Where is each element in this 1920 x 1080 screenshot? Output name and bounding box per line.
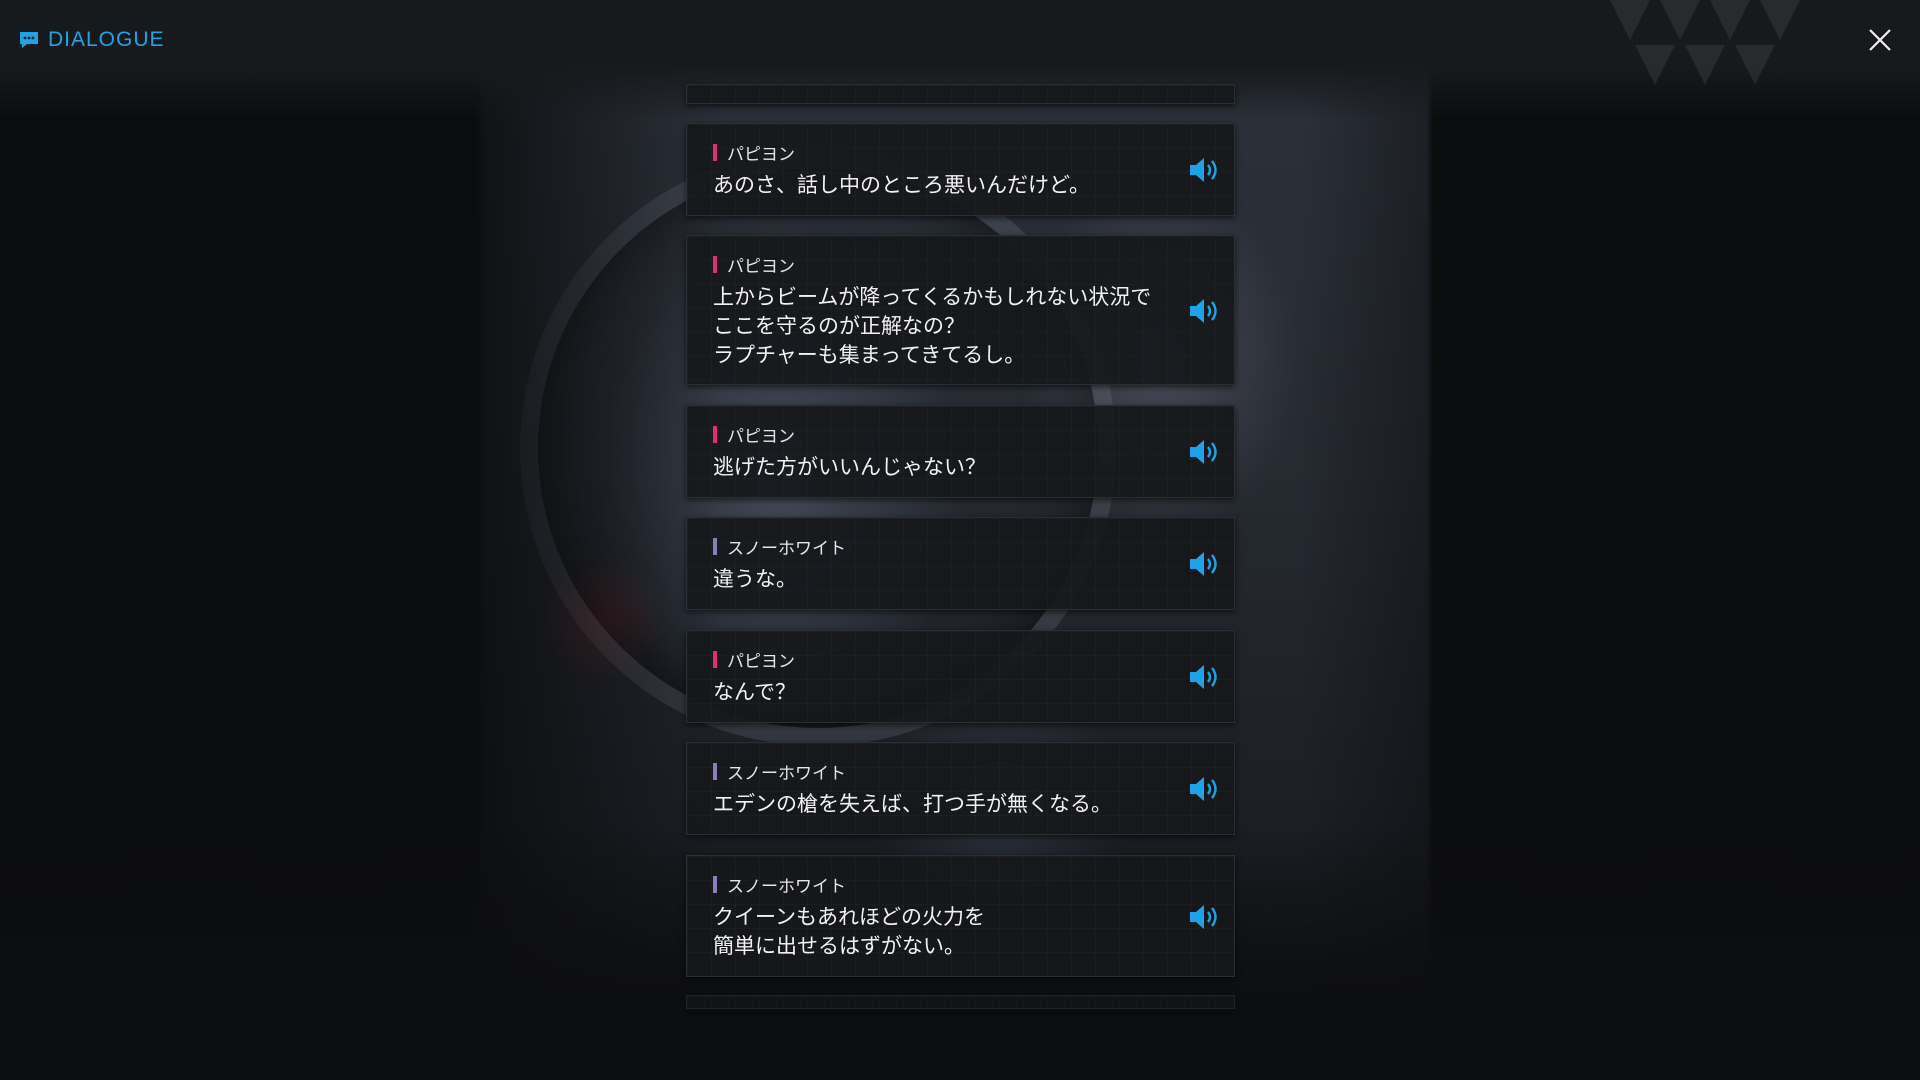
- speaker-icon: [1190, 665, 1217, 689]
- dialogue-card: パピヨン なんで？: [686, 630, 1235, 723]
- speaker-mark: [713, 144, 717, 161]
- dialogue-text: 逃げた方がいいんじゃない？: [713, 455, 986, 479]
- dialogue-card: スノーホワイト 違うな。: [686, 517, 1235, 610]
- dialogue-text: エデンの槍を失えば、打つ手が無くなる。: [713, 792, 1112, 816]
- dialogue-card: スノーホワイト クイーンもあれほどの火力を 簡単に出せるはずがない。: [686, 855, 1235, 977]
- dialogue-card: パピヨン 上からビームが降ってくるかもしれない状況で ここを守るのが正解なの？ …: [686, 235, 1235, 385]
- dialogue-card: パピヨン 逃げた方がいいんじゃない？: [686, 405, 1235, 498]
- speaker-name: スノーホワイト: [713, 872, 846, 897]
- dialogue-text: 違うな。: [713, 567, 797, 591]
- voice-play-button[interactable]: [1188, 903, 1222, 931]
- close-button[interactable]: [1864, 24, 1896, 56]
- voice-play-button[interactable]: [1188, 156, 1222, 184]
- speaker-label: スノーホワイト: [727, 539, 846, 559]
- speaker-name: パピヨン: [713, 252, 795, 277]
- speaker-label: パピヨン: [727, 652, 795, 672]
- speaker-icon: [1190, 905, 1217, 929]
- voice-play-button[interactable]: [1188, 438, 1222, 466]
- speaker-label: パピヨン: [727, 427, 795, 447]
- dialogue-card: スノーホワイト エデンの槍を失えば、打つ手が無くなる。: [686, 742, 1235, 835]
- triangle-pattern-icon: [1610, 0, 1800, 85]
- dialogue-list[interactable]: パピヨン あのさ、話し中のところ悪いんだけど。 パピヨン 上からビームが降ってく…: [686, 0, 1235, 1080]
- speaker-name: スノーホワイト: [713, 759, 846, 784]
- dialogue-card-partial-bottom: [686, 995, 1235, 1009]
- speaker-icon: [1190, 440, 1217, 464]
- dialogue-text: なんで？: [713, 680, 796, 704]
- speaker-mark: [713, 651, 717, 668]
- speaker-name: スノーホワイト: [713, 534, 846, 559]
- voice-play-button[interactable]: [1188, 663, 1222, 691]
- speaker-label: スノーホワイト: [727, 877, 846, 897]
- speaker-icon: [1190, 158, 1217, 182]
- voice-play-button[interactable]: [1188, 550, 1222, 578]
- speaker-label: パピヨン: [727, 257, 795, 277]
- speaker-mark: [713, 538, 717, 555]
- close-icon: [1869, 29, 1891, 51]
- dialogue-card-partial-top: [686, 84, 1235, 104]
- voice-play-button[interactable]: [1188, 297, 1222, 325]
- speaker-mark: [713, 876, 717, 893]
- speaker-name: パピヨン: [713, 647, 795, 672]
- speaker-mark: [713, 426, 717, 443]
- speaker-mark: [713, 763, 717, 780]
- speaker-name: パピヨン: [713, 140, 795, 165]
- speaker-icon: [1190, 552, 1217, 576]
- speaker-mark: [713, 256, 717, 273]
- speaker-label: パピヨン: [727, 145, 795, 165]
- chat-bubble-icon: [20, 32, 38, 48]
- dialogue-card: パピヨン あのさ、話し中のところ悪いんだけど。: [686, 123, 1235, 216]
- speaker-icon: [1190, 299, 1217, 323]
- voice-play-button[interactable]: [1188, 775, 1222, 803]
- dialogue-text: クイーンもあれほどの火力を 簡単に出せるはずがない。: [713, 905, 985, 958]
- dialogue-text: あのさ、話し中のところ悪いんだけど。: [713, 173, 1090, 197]
- speaker-icon: [1190, 777, 1217, 801]
- page-title: DIALOGUE: [18, 28, 165, 52]
- page-title-text: DIALOGUE: [48, 28, 165, 51]
- dialogue-text: 上からビームが降ってくるかもしれない状況で ここを守るのが正解なの？ ラプチャー…: [713, 285, 1152, 367]
- speaker-name: パピヨン: [713, 422, 795, 447]
- speaker-label: スノーホワイト: [727, 764, 846, 784]
